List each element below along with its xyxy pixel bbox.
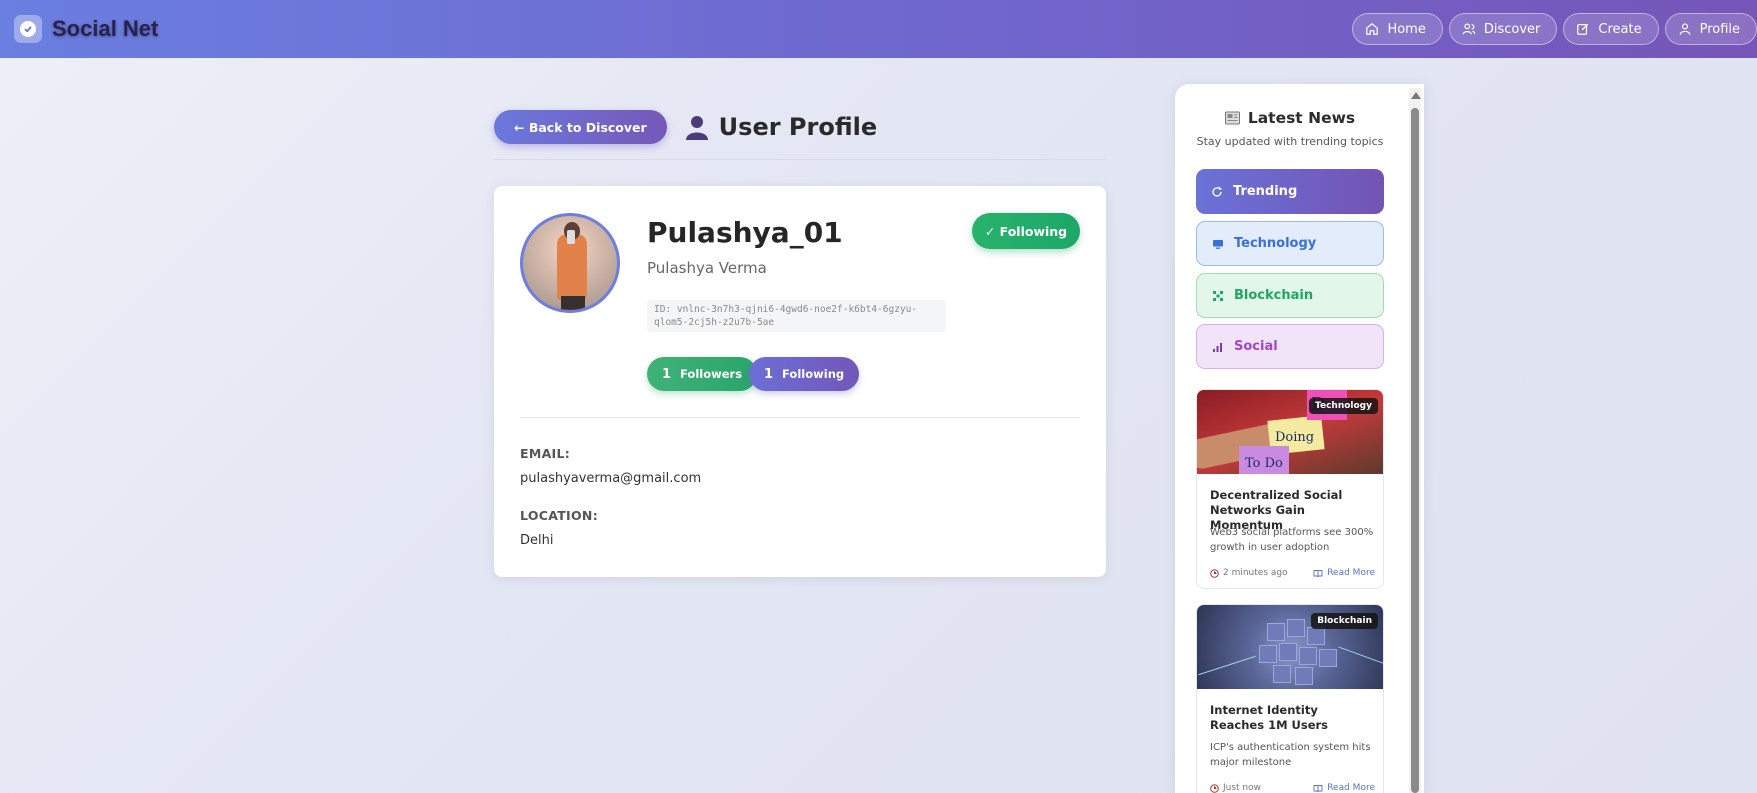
news-subtitle: Stay updated with trending topics: [1196, 135, 1384, 148]
category-social[interactable]: Social: [1196, 324, 1384, 369]
page-title: User Profile: [685, 110, 877, 144]
category-technology-label: Technology: [1234, 236, 1317, 251]
followers-label: Followers: [680, 367, 743, 381]
nav-profile-label: Profile: [1699, 21, 1740, 37]
article-image: Blockchain: [1197, 605, 1383, 689]
category-blockchain[interactable]: Blockchain: [1196, 273, 1384, 318]
following-toggle-button[interactable]: ✓ Following: [972, 213, 1080, 249]
user-silhouette-icon: [685, 116, 708, 140]
location-label: LOCATION:: [520, 508, 598, 523]
book-icon: [1313, 784, 1323, 792]
brand-logo: [14, 15, 42, 43]
article-description: ICP's authentication system hits major m…: [1210, 742, 1371, 768]
brand[interactable]: Social Net: [14, 15, 158, 43]
scroll-thumb[interactable]: [1411, 108, 1419, 793]
article-time: Just now: [1210, 783, 1261, 793]
profile-id: ID: vnlnc-3n7h3-qjni6-4gwd6-noe2f-k6bt4-…: [647, 300, 946, 332]
nav-create-label: Create: [1598, 21, 1642, 37]
article-title: Internet Identity Reaches 1M Users: [1210, 703, 1329, 732]
check-circle-icon: [20, 21, 36, 37]
news-sidebar: Latest News Stay updated with trending t…: [1175, 84, 1424, 793]
brand-name: Social Net: [52, 16, 159, 41]
clock-icon: [1210, 783, 1219, 793]
followers-badge[interactable]: 1 Followers: [647, 357, 758, 391]
category-blockchain-label: Blockchain: [1234, 288, 1314, 303]
note-todo: To Do: [1245, 456, 1283, 471]
book-icon: [1313, 569, 1323, 577]
read-more-link[interactable]: Read More: [1313, 568, 1375, 578]
profile-username: Pulashya_01: [647, 216, 843, 249]
divider: [520, 417, 1080, 418]
nav-discover-button[interactable]: Discover: [1448, 13, 1558, 45]
category-technology[interactable]: Technology: [1196, 221, 1384, 266]
home-icon: [1366, 22, 1379, 35]
user-icon: [1679, 23, 1691, 35]
page-title-text: User Profile: [718, 113, 878, 141]
location-value: Delhi: [520, 533, 554, 548]
users-icon: [1462, 23, 1476, 35]
grid-dots-icon: [1213, 290, 1223, 301]
category-trending-label: Trending: [1233, 184, 1298, 199]
read-more-label: Read More: [1327, 568, 1375, 578]
article-time-text: Just now: [1223, 783, 1262, 793]
news-article[interactable]: Blockchain Internet Identity Reaches 1M …: [1196, 604, 1384, 793]
following-label: Following: [782, 367, 845, 381]
nav-home-button[interactable]: Home: [1352, 13, 1443, 45]
scroll-up-arrow-icon[interactable]: [1411, 92, 1421, 99]
email-label: EMAIL:: [520, 446, 571, 461]
nav-discover-label: Discover: [1483, 21, 1541, 37]
refresh-icon: [1212, 186, 1222, 197]
nav-home-label: Home: [1387, 21, 1426, 37]
read-more-label: Read More: [1327, 783, 1375, 793]
avatar: [520, 213, 620, 313]
top-navbar: Social Net Home Discover Create Profile: [0, 0, 1757, 58]
article-footer: 2 minutes ago Read More: [1210, 568, 1375, 578]
article-description: Web3 social platforms see 300% growth in…: [1210, 527, 1374, 553]
newspaper-icon: [1224, 111, 1240, 125]
followers-count: 1: [662, 366, 672, 382]
following-count: 1: [764, 366, 774, 382]
edit-icon: [1577, 23, 1589, 35]
email-value: pulashyaverma@gmail.com: [520, 471, 702, 486]
chart-icon: [1213, 342, 1222, 352]
nav-profile-button[interactable]: Profile: [1664, 13, 1757, 45]
read-more-link[interactable]: Read More: [1313, 783, 1375, 793]
nav-create-button[interactable]: Create: [1563, 13, 1659, 45]
back-to-discover-button[interactable]: ← Back to Discover: [494, 110, 667, 144]
article-tag: Blockchain: [1311, 613, 1378, 629]
article-time: 2 minutes ago: [1210, 568, 1288, 578]
news-title-text: Latest News: [1247, 109, 1356, 127]
category-social-label: Social: [1234, 339, 1278, 354]
article-image: Doing To Do D Technology: [1197, 390, 1383, 474]
monitor-icon: [1213, 239, 1223, 249]
article-footer: Just now Read More: [1210, 783, 1375, 793]
main-nav: Home Discover Create Profile: [1352, 13, 1757, 45]
category-trending[interactable]: Trending: [1196, 169, 1384, 214]
article-time-text: 2 minutes ago: [1223, 568, 1288, 578]
news-article[interactable]: Doing To Do D Technology Decentralized S…: [1196, 389, 1384, 589]
clock-icon: [1210, 568, 1219, 578]
article-tag: Technology: [1309, 398, 1378, 414]
profile-fullname: Pulashya Verma: [647, 259, 767, 277]
news-title: Latest News: [1196, 109, 1384, 127]
note-doing: Doing: [1275, 430, 1315, 445]
following-badge[interactable]: 1 Following: [749, 357, 860, 391]
news-scrollbar[interactable]: [1409, 88, 1421, 793]
profile-card: Pulashya_01 Pulashya Verma ID: vnlnc-3n7…: [494, 186, 1106, 577]
profile-header: ← Back to Discover User Profile: [494, 110, 1106, 160]
